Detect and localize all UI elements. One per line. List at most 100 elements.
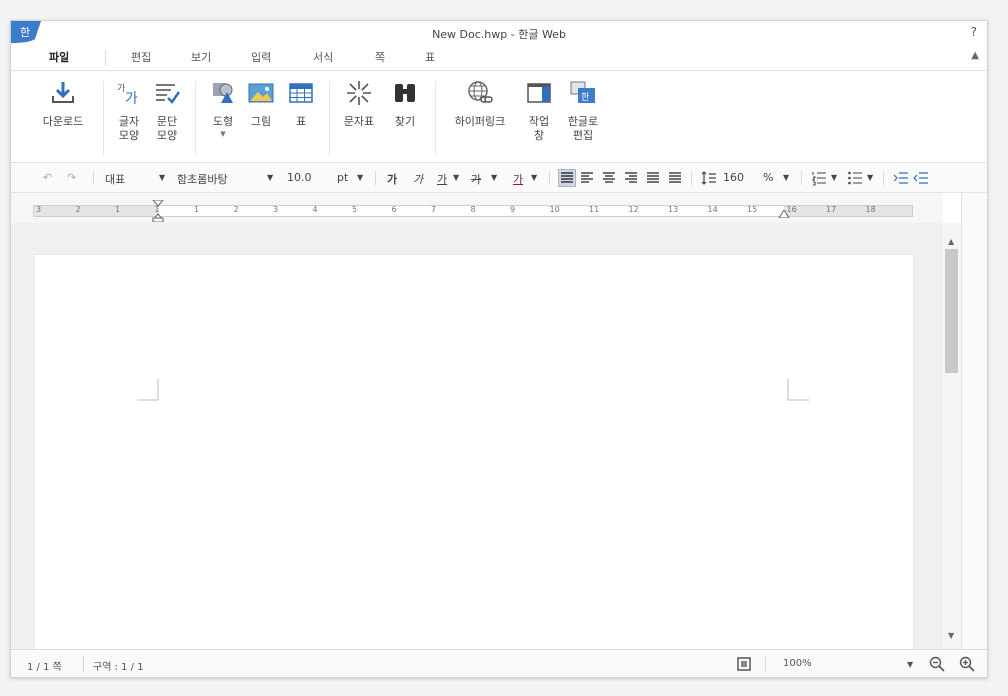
scroll-up-icon[interactable]: ▲ [948, 237, 954, 246]
picture-button[interactable]: 그림 [245, 79, 277, 129]
bullet-list-dropdown-icon[interactable]: ▼ [867, 173, 873, 182]
ruler-bar[interactable]: 3 2 1 1 1 2 3 4 5 6 7 8 9 10 11 12 13 14 15 16 17 18 [33, 200, 913, 222]
download-button[interactable]: 다운로드 [35, 79, 91, 129]
tab-edit[interactable]: 편집 [131, 49, 151, 65]
document-page[interactable] [35, 255, 913, 649]
line-spacing-icon[interactable] [701, 170, 717, 186]
shape-button[interactable]: 도형 ▼ [207, 79, 239, 138]
align-distribute-icon[interactable] [645, 170, 661, 186]
align-left-icon[interactable] [579, 170, 595, 186]
underline-button[interactable]: 가 [437, 171, 447, 187]
status-divider [83, 656, 84, 672]
underline-dropdown-icon[interactable]: ▼ [453, 173, 459, 182]
status-divider [765, 656, 766, 672]
font-dropdown-icon[interactable]: ▼ [267, 173, 273, 182]
line-spacing-unit[interactable]: % [763, 171, 773, 184]
page-view-icon[interactable] [737, 657, 751, 671]
para-shape-button[interactable]: 문단 모양 [151, 79, 183, 143]
title-bar: 한 New Doc.hwp - 한글 Web ? [11, 21, 987, 45]
svg-text:한: 한 [581, 92, 589, 103]
vertical-scrollbar[interactable]: ▲ ▼ [943, 223, 961, 649]
edit-in-hangul-button[interactable]: 한 한글로 편집 [563, 79, 603, 143]
binoculars-icon [395, 84, 415, 102]
align-center-icon[interactable] [601, 170, 617, 186]
tab-format[interactable]: 서식 [313, 49, 333, 65]
align-split-icon[interactable] [667, 170, 683, 186]
download-icon [52, 82, 74, 103]
taskpane-label-2: 창 [533, 129, 545, 142]
tab-divider [105, 51, 106, 65]
style-dropdown-icon[interactable]: ▼ [159, 173, 165, 182]
tab-page[interactable]: 쪽 [375, 49, 385, 65]
para-shape-label-2: 모양 [156, 129, 178, 142]
ribbon-divider [435, 81, 436, 155]
scroll-down-icon[interactable]: ▼ [948, 631, 954, 640]
picture-icon [248, 83, 274, 103]
redo-icon[interactable]: ↷ [67, 171, 76, 184]
increase-indent-icon[interactable] [893, 170, 909, 186]
table-label: 표 [295, 115, 307, 128]
symbol-button[interactable]: 문자표 [339, 79, 379, 129]
help-button[interactable]: ? [971, 25, 977, 39]
bullet-list-icon[interactable] [847, 170, 863, 186]
tab-insert[interactable]: 입력 [251, 49, 271, 65]
zoom-level[interactable]: 100% [783, 658, 812, 669]
collapse-ribbon-icon[interactable]: ▲ [971, 50, 979, 61]
line-spacing-input[interactable]: 160 [723, 171, 744, 184]
ruler-number: 4 [312, 205, 318, 214]
numbered-list-dropdown-icon[interactable]: ▼ [831, 173, 837, 182]
shape-dropdown-icon[interactable]: ▼ [207, 130, 239, 138]
taskpane-icon [527, 83, 551, 103]
tab-file[interactable]: 파일 [49, 49, 69, 65]
hyperlink-button[interactable]: 하이퍼링크 [445, 79, 515, 129]
side-panel-strip [961, 193, 987, 649]
char-shape-button[interactable]: 가 가 글자 모양 [113, 79, 145, 143]
line-spacing-dropdown-icon[interactable]: ▼ [783, 173, 789, 182]
decrease-indent-icon[interactable] [913, 170, 929, 186]
taskpane-button[interactable]: 작업 창 [523, 79, 555, 143]
tab-view[interactable]: 보기 [191, 49, 211, 65]
symbol-icon [347, 81, 371, 105]
para-shape-icon [156, 84, 181, 104]
ruler-number: 17 [826, 205, 837, 214]
toolbar-divider [375, 171, 376, 185]
font-size-unit[interactable]: pt [337, 171, 348, 184]
tab-table[interactable]: 표 [425, 49, 435, 65]
font-size-input[interactable]: 10.0 [287, 171, 312, 184]
toolbar-divider [93, 171, 94, 185]
align-right-icon[interactable] [623, 170, 639, 186]
ruler-number: 14 [707, 205, 718, 214]
italic-button[interactable]: 가 [413, 171, 423, 187]
ruler-number: 3 [273, 205, 279, 214]
app-window: 한 New Doc.hwp - 한글 Web ? 파일 편집 보기 입력 서식 … [10, 20, 988, 678]
ruler-number: 12 [628, 205, 639, 214]
style-select[interactable]: 대표 [105, 171, 125, 187]
numbered-list-icon[interactable] [811, 170, 827, 186]
ruler-number: 1 [194, 205, 200, 214]
undo-icon[interactable]: ↶ [43, 171, 52, 184]
ruler-number: 6 [391, 205, 397, 214]
symbol-label: 문자표 [343, 115, 375, 128]
strike-dropdown-icon[interactable]: ▼ [491, 173, 497, 182]
margin-corner-top-right [787, 379, 809, 401]
download-label: 다운로드 [42, 115, 84, 128]
shape-label: 도형 [212, 115, 234, 128]
zoom-dropdown-icon[interactable]: ▼ [907, 660, 913, 669]
ruler-number: 1 [154, 205, 160, 214]
hyperlink-label: 하이퍼링크 [454, 115, 506, 128]
ruler-number: 2 [233, 205, 239, 214]
scroll-thumb[interactable] [945, 249, 958, 373]
edit-in-hangul-label-2: 편집 [572, 129, 594, 142]
zoom-in-icon[interactable] [959, 656, 975, 672]
zoom-out-icon[interactable] [929, 656, 945, 672]
strikethrough-button[interactable]: 가 [471, 171, 481, 187]
size-unit-dropdown-icon[interactable]: ▼ [357, 173, 363, 182]
table-button[interactable]: 표 [285, 79, 317, 129]
hyperlink-globe-icon [468, 81, 493, 103]
font-select[interactable]: 함초롬바탕 [177, 171, 228, 187]
font-color-dropdown-icon[interactable]: ▼ [531, 173, 537, 182]
find-button[interactable]: 찾기 [389, 79, 421, 129]
bold-button[interactable]: 가 [387, 171, 397, 187]
align-justify-icon[interactable] [558, 169, 576, 187]
font-color-button[interactable]: 가 [513, 171, 523, 187]
